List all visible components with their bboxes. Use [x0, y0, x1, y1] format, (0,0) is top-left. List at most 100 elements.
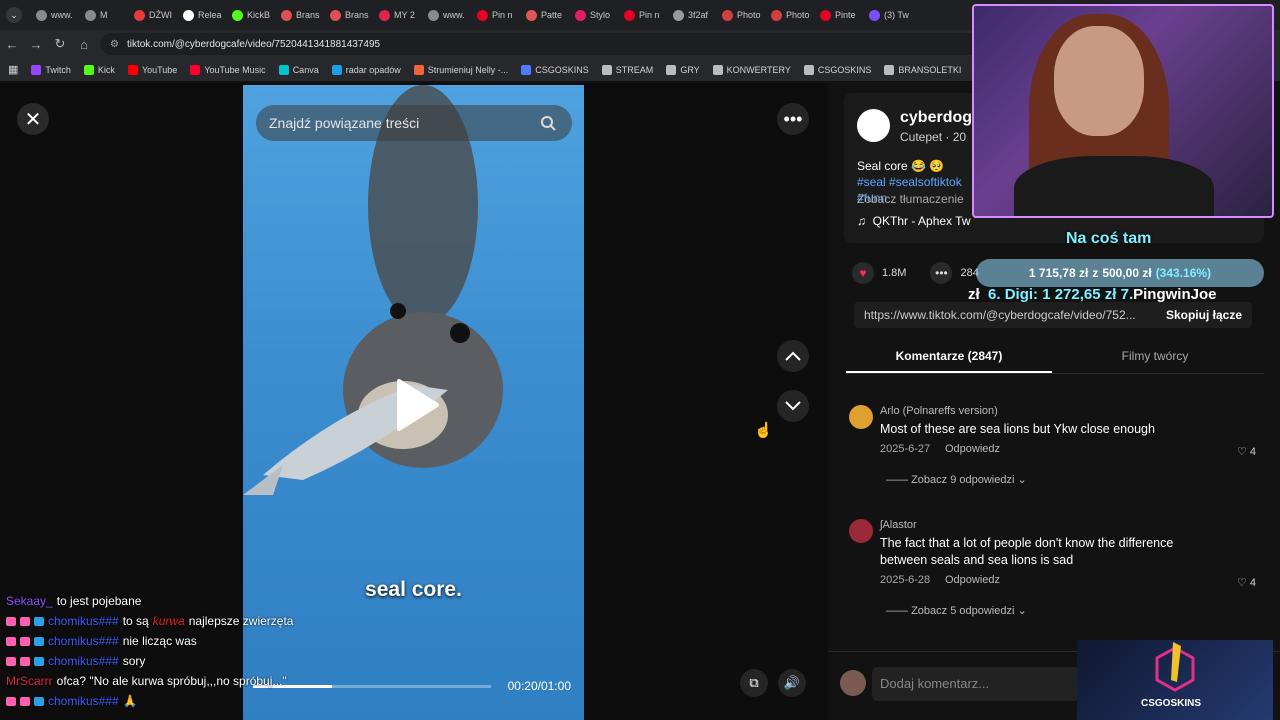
related-search-input[interactable]: Znajdź powiązane treści — [256, 105, 572, 141]
copy-link-button[interactable]: Skopiuj łącze — [1166, 308, 1242, 322]
ticker-donor-name: Digi: — [1004, 286, 1039, 303]
home-icon[interactable]: ⌂ — [72, 37, 96, 52]
browser-tab[interactable]: Pinte — [815, 4, 861, 26]
browser-tab[interactable]: Brans — [276, 4, 322, 26]
tab-favicon-icon — [477, 9, 488, 21]
reply-button[interactable]: Odpowiedz — [945, 443, 1000, 455]
tab-title: Brans — [345, 10, 369, 20]
browser-tab[interactable]: 3f2af — [668, 4, 714, 26]
apps-icon[interactable]: ▦ — [8, 63, 18, 76]
bookmark-item[interactable]: Strumieniuj Nelly -... — [413, 64, 508, 75]
bookmark-icon — [331, 64, 342, 75]
bookmark-item[interactable]: radar opadów — [331, 64, 401, 75]
view-replies-button[interactable]: —— Zobacz 5 odpowiedzi ⌄ — [886, 604, 1027, 617]
comment-like-button[interactable]: ♡ 4 — [1237, 445, 1256, 458]
browser-tab[interactable]: Patte — [521, 4, 567, 26]
bookmark-item[interactable]: Canva — [278, 64, 319, 75]
comment-like-button[interactable]: ♡ 4 — [1237, 576, 1256, 589]
hashtag[interactable]: #seal — [857, 175, 886, 189]
search-icon[interactable] — [540, 115, 556, 131]
browser-tab[interactable]: Brans — [325, 4, 371, 26]
author-name[interactable]: cyberdog — [900, 109, 972, 127]
close-icon[interactable]: ✕ — [17, 103, 49, 135]
tab-favicon-icon — [673, 9, 684, 21]
bookmark-item[interactable]: YouTube Music — [190, 64, 266, 75]
browser-tab[interactable]: Relea — [178, 4, 224, 26]
top-donors-ticker: zł 6. Digi: 1 272,65 zł 7.PingwinJoe — [968, 286, 1268, 306]
tab-favicon-icon — [330, 9, 341, 21]
browser-tab[interactable]: MY 2 — [374, 4, 420, 26]
commenter-avatar[interactable] — [849, 405, 873, 429]
more-options-icon[interactable]: ••• — [777, 103, 809, 135]
browser-tab[interactable]: (3) Tw — [864, 4, 910, 26]
engagement-stats: ♥ 1.8M ••• 284 — [852, 262, 979, 284]
bookmark-item[interactable]: GRY — [666, 64, 700, 75]
site-info-icon[interactable]: ⚙ — [110, 39, 119, 50]
bookmark-item[interactable]: YouTube — [127, 64, 177, 75]
browser-tab[interactable]: Photo — [766, 4, 812, 26]
bookmark-icon — [413, 64, 424, 75]
chat-text: sory — [122, 654, 146, 668]
tab-favicon-icon — [869, 9, 880, 21]
forward-icon[interactable]: → — [24, 37, 48, 52]
previous-video-button[interactable] — [777, 340, 809, 372]
miniplayer-icon[interactable]: ⧉ — [740, 669, 768, 697]
browser-tab[interactable]: Photo — [717, 4, 763, 26]
bookmark-icon — [83, 64, 94, 75]
address-bar[interactable]: ⚙ tiktok.com/@cyberdogcafe/video/7520441… — [100, 33, 1000, 55]
chat-emote-word: kurwa — [152, 614, 185, 628]
tab-title: Pinte — [835, 10, 856, 20]
reload-icon[interactable]: ↻ — [48, 36, 72, 52]
tab-favicon-icon — [85, 9, 96, 21]
comment-date: 2025-6-28 — [880, 574, 931, 586]
tab-creator-videos[interactable]: Filmy twórcy — [1052, 341, 1258, 373]
screen: ⌄ www. M DŹWI Relea KickB Brans Brans MY 2 www. P… — [0, 0, 1280, 720]
view-replies-label: Zobacz 5 odpowiedzi — [911, 605, 1015, 617]
view-replies-button[interactable]: —— Zobacz 9 odpowiedzi ⌄ — [886, 473, 1027, 486]
next-video-button[interactable] — [777, 390, 809, 422]
browser-tab[interactable]: Stylo — [570, 4, 616, 26]
tab-search-icon[interactable]: ⌄ — [6, 7, 22, 23]
browser-tab[interactable]: KickB — [227, 4, 273, 26]
commenter-name[interactable]: ʃAlastor — [880, 519, 917, 531]
bookmark-item[interactable]: KONWERTERY — [712, 64, 791, 75]
reply-button[interactable]: Odpowiedz — [945, 574, 1000, 586]
volume-icon[interactable]: 🔊 — [778, 669, 806, 697]
commenter-avatar[interactable] — [849, 519, 873, 543]
browser-tab[interactable]: www. — [31, 4, 77, 26]
author-subtitle: Cutepet · 20 — [900, 130, 967, 144]
bookmark-item[interactable]: Kick — [83, 64, 115, 75]
tab-title: Relea — [198, 10, 222, 20]
browser-tab[interactable]: www. — [423, 4, 469, 26]
comment-icon[interactable]: ••• — [930, 262, 953, 284]
hashtag[interactable]: #sealsoftiktok — [889, 175, 962, 189]
bookmark-item[interactable]: BRANSOLETKI — [884, 64, 961, 75]
tab-favicon-icon — [722, 9, 733, 21]
commenter-name[interactable]: Arlo (Polnareffs version) — [880, 405, 998, 417]
back-icon[interactable]: ← — [0, 37, 24, 52]
add-comment-input[interactable]: Dodaj komentarz... — [872, 667, 1092, 701]
tab-comments[interactable]: Komentarze (2847) — [846, 341, 1052, 373]
browser-tab[interactable]: M — [80, 4, 126, 26]
description-text: Seal core — [857, 159, 908, 173]
browser-tab[interactable]: DŹWI — [129, 4, 175, 26]
share-link-url[interactable]: https://www.tiktok.com/@cyberdogcafe/vid… — [864, 308, 1136, 322]
bookmark-item[interactable]: CSGOSKINS — [521, 64, 589, 75]
chat-username: chomikus### — [48, 634, 119, 648]
bookmark-item[interactable]: STREAM — [601, 64, 653, 75]
browser-tab[interactable]: Pin n — [472, 4, 518, 26]
play-icon[interactable] — [393, 377, 441, 433]
bookmark-label: CSGOSKINS — [535, 64, 589, 75]
author-avatar[interactable] — [857, 109, 890, 142]
music-row[interactable]: ♫ QKThr - Aphex Tw — [857, 214, 971, 228]
chat-message: chomikus### nie licząc was — [6, 634, 197, 648]
bookmark-item[interactable]: CSGOSKINS — [803, 64, 871, 75]
tab-favicon-icon — [820, 9, 831, 21]
bookmark-item[interactable]: Twitch — [31, 64, 71, 75]
browser-tab[interactable]: Pin n — [619, 4, 665, 26]
heart-badge-icon — [6, 696, 16, 706]
url-text: tiktok.com/@cyberdogcafe/video/752044134… — [126, 38, 381, 50]
see-translation-link[interactable]: Zobacz tłumaczenie — [857, 192, 964, 206]
heart-icon[interactable]: ♥ — [852, 262, 874, 284]
tab-favicon-icon — [281, 9, 292, 21]
